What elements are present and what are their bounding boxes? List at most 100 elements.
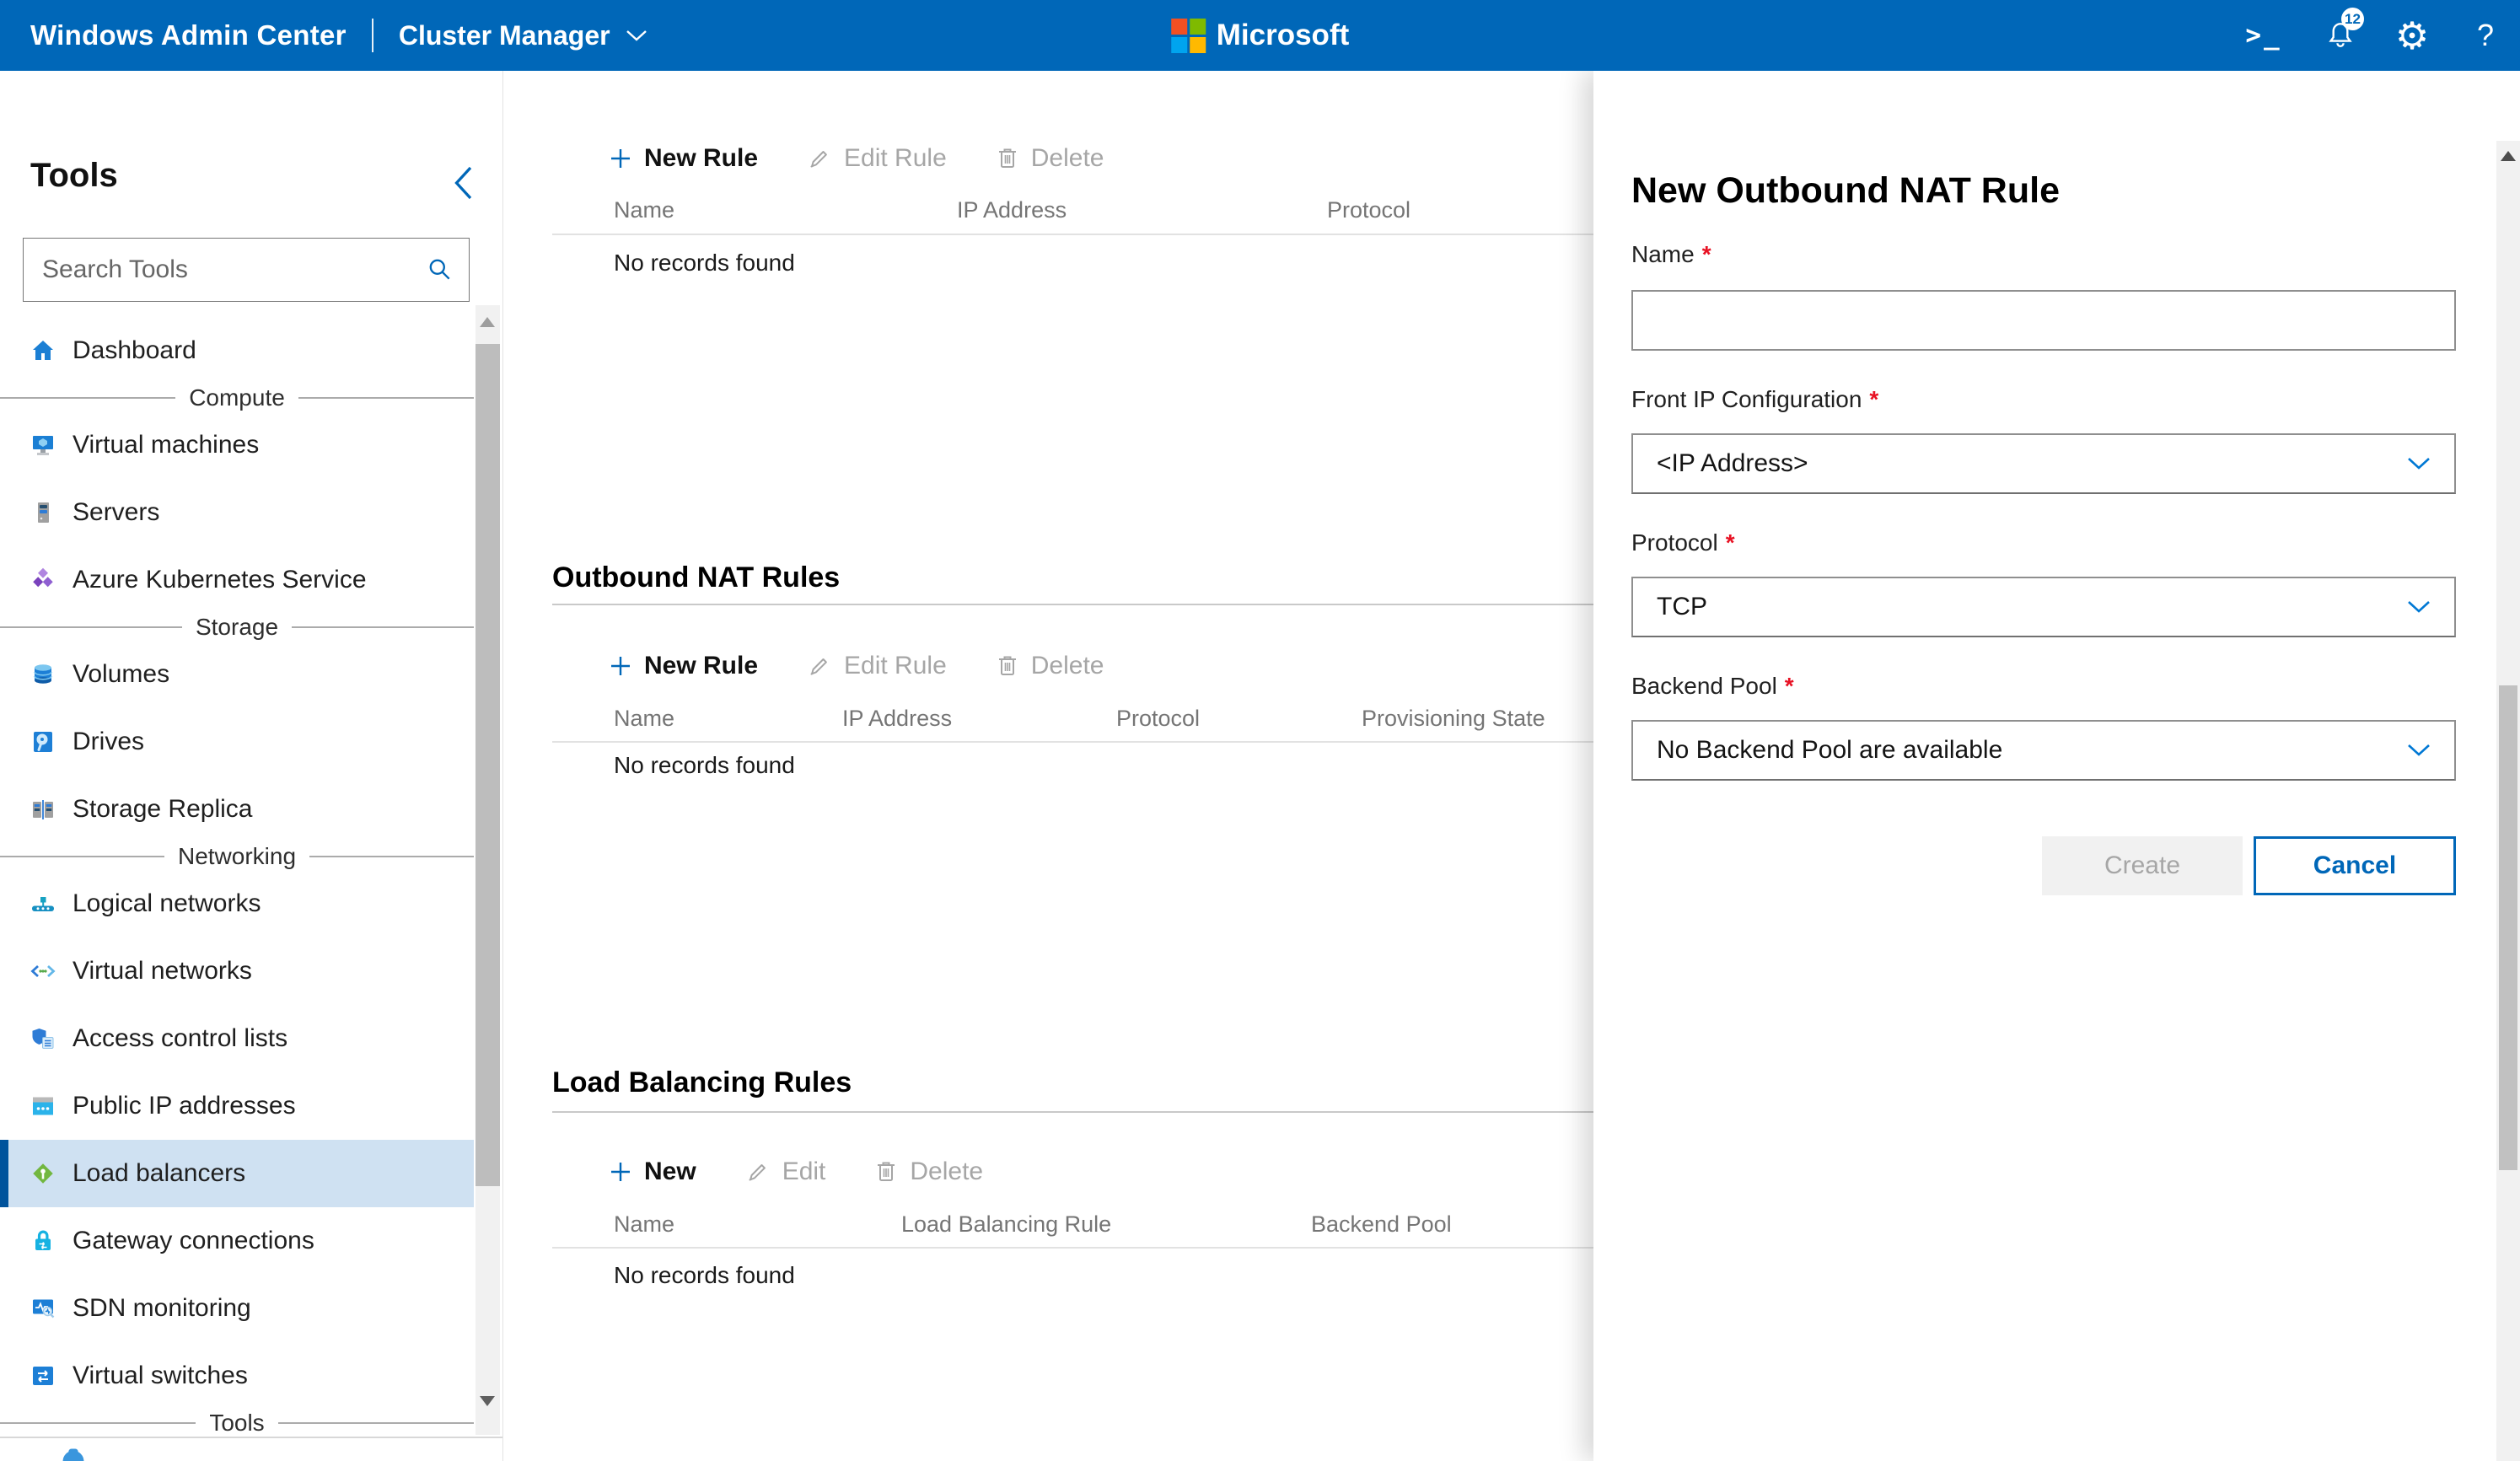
sidebar-collapse-button[interactable] [451,165,475,201]
sidebar-item-sdn-monitoring[interactable]: SDN monitoring [0,1275,474,1342]
sidebar-item-label: Servers [73,498,159,527]
sidebar-item-dashboard[interactable]: Dashboard [0,317,474,384]
front-ip-configuration-label: Front IP Configuration* [1631,386,2456,413]
trash-icon [996,146,1019,171]
edit-rule-button[interactable]: Edit Rule [807,652,947,680]
cancel-button[interactable]: Cancel [2254,836,2456,895]
new-rule-button[interactable]: New Rule [609,144,758,173]
front-ip-configuration-dropdown[interactable]: <IP Address> [1631,433,2456,494]
sidebar-item-drives[interactable]: Drives [0,708,474,776]
new-rule-button[interactable]: New Rule [609,652,758,680]
dropdown-value: No Backend Pool are available [1657,736,2002,765]
new-button[interactable]: New [609,1158,696,1186]
dropdown-value: <IP Address> [1657,449,1808,478]
help-icon[interactable]: ? [2464,0,2507,71]
name-field[interactable] [1631,290,2456,351]
scrollbar-up-arrow[interactable] [2501,151,2516,161]
powershell-terminal-icon[interactable]: >_ [2242,0,2286,71]
column-header: Provisioning State [1362,706,1545,732]
windows-admin-center-screen: Windows Admin Center Cluster Manager Mic… [0,0,2520,1461]
section-label: Networking [178,843,296,870]
sidebar-item-label: Azure Kubernetes Service [73,566,367,594]
plus-icon [609,654,632,678]
column-header: Protocol [1116,706,1200,732]
sidebar-item-logical-networks[interactable]: Logical networks [0,870,474,937]
sidebar-item-virtual-switches[interactable]: Virtual switches [0,1342,474,1410]
scrollbar-down-arrow[interactable] [480,1396,495,1406]
edit-button[interactable]: Edit [745,1158,826,1186]
table-header-separator [552,1247,1593,1249]
sidebar-item-label: Virtual switches [73,1362,248,1390]
notifications-bell-icon[interactable]: 12 [2319,0,2362,71]
section-title-outbound-nat-rules: Outbound NAT Rules [552,561,840,594]
aks-icon [30,567,56,593]
protocol-label: Protocol* [1631,529,2456,556]
sidebar-item-access-control-lists[interactable]: Access control lists [0,1005,474,1072]
microsoft-squares-icon [1171,19,1206,53]
search-tools-box [23,238,470,302]
pencil-icon [745,1159,771,1184]
trash-icon [996,653,1019,679]
plus-icon [609,1160,632,1184]
trash-icon [874,1159,898,1184]
required-asterisk: * [1869,386,1878,413]
edit-rule-button[interactable]: Edit Rule [807,144,947,173]
settings-gear-icon[interactable]: ⚙ [2390,0,2434,71]
chevron-down-icon [2407,744,2431,757]
section-title-load-balancing-rules: Load Balancing Rules [552,1066,852,1099]
gateway-lock-icon [30,1228,56,1254]
top-bar: Windows Admin Center Cluster Manager Mic… [0,0,2520,71]
sidebar-item-gateway-connections[interactable]: Gateway connections [0,1207,474,1275]
app-title[interactable]: Windows Admin Center [30,19,347,51]
table-header-separator [552,234,1593,235]
sidebar-item-label: Access control lists [73,1024,287,1053]
page-scrollbar [2496,141,2520,1461]
sidebar-item-public-ip-addresses[interactable]: Public IP addresses [0,1072,474,1140]
delete-rule-button[interactable]: Delete [996,144,1104,173]
delete-rule-button[interactable]: Delete [996,652,1104,680]
storage-replica-icon [30,797,56,822]
microsoft-logo: Microsoft [1171,0,1350,71]
column-header: IP Address [842,706,952,732]
scrollbar-thumb[interactable] [2499,685,2517,1170]
scrollbar-up-arrow[interactable] [480,317,495,327]
public-ip-icon [30,1093,56,1119]
delete-button[interactable]: Delete [874,1158,983,1186]
scrollbar-thumb[interactable] [476,344,500,1186]
section-label: Tools [209,1410,264,1437]
section-divider-networking: Networking [0,843,474,870]
sidebar-item-label: Load balancers [73,1159,245,1188]
column-header: Protocol [1327,197,1410,223]
solution-menu[interactable]: Cluster Manager [399,20,647,51]
chevron-down-icon [2407,457,2431,470]
volumes-icon [30,662,56,687]
empty-table-message: No records found [614,250,795,277]
section-separator [552,1111,1593,1113]
table-header-row: Name IP Address Protocol [504,197,1593,221]
backend-pool-dropdown[interactable]: No Backend Pool are available [1631,720,2456,781]
panel-title: New Outbound NAT Rule [1631,170,2456,211]
sidebar-scrollbar [476,305,500,1435]
create-button[interactable]: Create [2042,836,2243,895]
empty-table-message: No records found [614,1262,795,1289]
sidebar-item-azure-kubernetes-service[interactable]: Azure Kubernetes Service [0,546,474,614]
column-header: Name [614,1211,674,1238]
partial-tool-icon [59,1445,88,1461]
search-input[interactable] [24,255,427,284]
drives-icon [30,729,56,755]
sidebar-item-virtual-networks[interactable]: Virtual networks [0,937,474,1005]
sidebar-nav: Dashboard Compute Virtual machines Serve… [0,317,474,1437]
protocol-dropdown[interactable]: TCP [1631,577,2456,637]
chevron-down-icon [2407,600,2431,614]
sidebar-item-volumes[interactable]: Volumes [0,641,474,708]
empty-table-message: No records found [614,752,795,779]
logical-networks-icon [30,891,56,916]
microsoft-wordmark: Microsoft [1217,19,1350,52]
sidebar-item-label: Storage Replica [73,795,252,824]
sidebar-item-load-balancers[interactable]: Load balancers [0,1140,474,1207]
solution-menu-label: Cluster Manager [399,20,610,51]
sidebar-item-label: Logical networks [73,889,261,918]
sidebar-item-servers[interactable]: Servers [0,479,474,546]
sidebar-item-virtual-machines[interactable]: Virtual machines [0,411,474,479]
sidebar-item-storage-replica[interactable]: Storage Replica [0,776,474,843]
